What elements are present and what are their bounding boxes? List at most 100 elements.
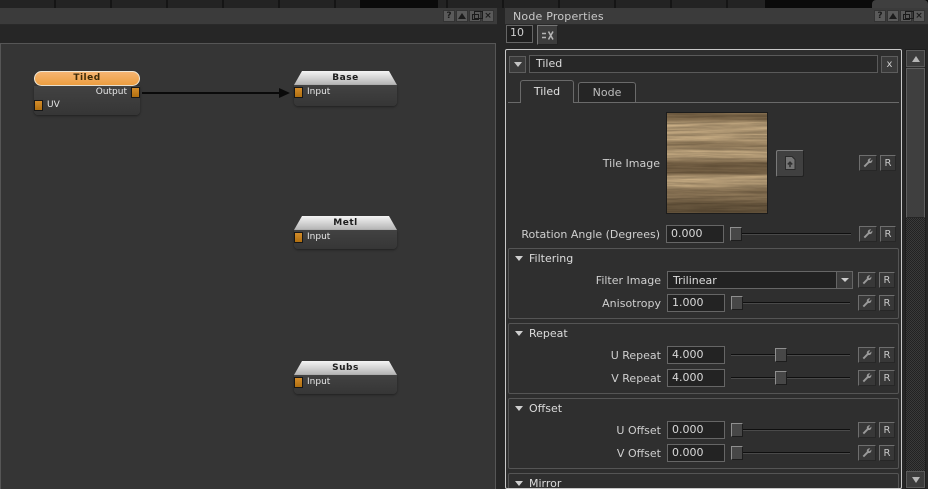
filter-image-dropdown[interactable]: Trilinear — [667, 271, 853, 289]
node-header[interactable]: Tiled — [34, 71, 140, 86]
v-offset-slider[interactable] — [731, 446, 850, 460]
reset-button[interactable]: R — [879, 445, 895, 461]
slider-handle[interactable] — [731, 296, 743, 310]
slider-handle[interactable] — [775, 371, 787, 385]
collapse-properties-button[interactable] — [509, 56, 526, 73]
node-header[interactable]: Subs — [294, 361, 397, 375]
slider-handle[interactable] — [730, 227, 742, 241]
edit-metadata-button[interactable] — [858, 347, 876, 363]
properties-scrollbar[interactable] — [905, 49, 926, 489]
output-port[interactable] — [131, 87, 140, 98]
top-strip-tab — [872, 0, 928, 8]
wrench-icon — [861, 274, 873, 286]
import-image-button[interactable] — [776, 150, 804, 177]
u-repeat-slider[interactable] — [731, 348, 850, 362]
slider-track — [731, 429, 850, 431]
section-mirror-header[interactable]: Mirror — [509, 475, 898, 489]
properties-tabs: Tiled Node — [508, 77, 899, 103]
connection-wire[interactable] — [142, 92, 281, 94]
tile-image-thumbnail[interactable] — [666, 112, 768, 214]
section-offset-header[interactable]: Offset — [509, 400, 898, 417]
reset-button[interactable]: R — [879, 347, 895, 363]
wrench-icon — [862, 228, 874, 240]
uv-port[interactable] — [34, 100, 43, 111]
tab-node[interactable]: Node — [578, 82, 636, 102]
collapse-button[interactable] — [456, 10, 468, 22]
restore-button[interactable] — [900, 10, 912, 22]
edit-metadata-button[interactable] — [858, 295, 876, 311]
edit-metadata-button[interactable] — [859, 226, 877, 242]
v-repeat-slider[interactable] — [731, 371, 850, 385]
reset-button[interactable]: R — [879, 422, 895, 438]
section-repeat-header[interactable]: Repeat — [509, 325, 898, 342]
arrow-up-icon — [912, 56, 920, 62]
node-graph-canvas[interactable]: Tiled Output UV Base Input Metl Input — [0, 43, 496, 489]
node-base[interactable]: Base Input — [294, 71, 397, 106]
wrench-icon — [861, 349, 873, 361]
reset-button[interactable]: R — [880, 155, 896, 171]
edit-metadata-button[interactable] — [858, 370, 876, 386]
scroll-up-button[interactable] — [906, 50, 925, 67]
v-repeat-row: V Repeat 4.000 R — [509, 368, 898, 388]
reset-button[interactable]: R — [880, 226, 896, 242]
u-offset-slider[interactable] — [731, 423, 850, 437]
collapse-button[interactable] — [887, 10, 899, 22]
reset-button[interactable]: R — [879, 272, 895, 288]
input-port[interactable] — [294, 377, 303, 388]
help-button[interactable]: ? — [874, 10, 886, 22]
tile-image-label: Tile Image — [508, 157, 666, 170]
v-offset-input[interactable]: 0.000 — [667, 444, 725, 462]
help-button[interactable]: ? — [443, 10, 455, 22]
unpin-node-button[interactable]: x — [881, 56, 898, 73]
input-port[interactable] — [294, 232, 303, 243]
edit-metadata-button[interactable] — [858, 272, 876, 288]
restore-button[interactable] — [469, 10, 481, 22]
edit-metadata-button[interactable] — [858, 445, 876, 461]
node-metl[interactable]: Metl Input — [294, 216, 397, 249]
input-port[interactable] — [294, 87, 303, 98]
slider-handle[interactable] — [775, 348, 787, 362]
scrollbar-track[interactable] — [906, 218, 925, 472]
slider-track — [731, 354, 850, 356]
reset-button[interactable]: R — [879, 370, 895, 386]
node-header[interactable]: Base — [294, 71, 397, 85]
node-tiled[interactable]: Tiled Output UV — [34, 71, 140, 115]
section-mirror: Mirror Mirror U R — [508, 473, 899, 489]
slider-handle[interactable] — [731, 446, 743, 460]
rotation-angle-input[interactable]: 0.000 — [666, 225, 724, 243]
pinned-count-input[interactable]: 10 — [506, 25, 533, 43]
scrollbar-thumb[interactable] — [906, 68, 925, 218]
node-header[interactable]: Metl — [294, 216, 397, 230]
node-name-field[interactable]: Tiled — [529, 55, 878, 73]
chevron-down-icon — [514, 62, 522, 67]
anisotropy-input[interactable]: 1.000 — [667, 294, 725, 312]
v-repeat-input[interactable]: 4.000 — [667, 369, 725, 387]
reset-button[interactable]: R — [879, 295, 895, 311]
section-filtering-header[interactable]: Filtering — [509, 250, 898, 267]
u-offset-input[interactable]: 0.000 — [667, 421, 725, 439]
tile-image-row: Tile Image — [508, 111, 899, 215]
filter-image-row: Filter Image Trilinear R — [509, 270, 898, 290]
tab-tiled[interactable]: Tiled — [520, 80, 574, 103]
connection-arrowhead — [279, 88, 290, 98]
slider-track — [731, 302, 850, 304]
dropdown-arrow-button[interactable] — [836, 272, 852, 288]
wrench-icon — [862, 157, 874, 169]
v-offset-label: V Offset — [509, 447, 667, 460]
rotation-angle-slider[interactable] — [730, 227, 851, 241]
collapse-triangle-icon — [515, 406, 523, 411]
close-icon: × — [915, 12, 923, 21]
restore-icon — [903, 14, 910, 20]
anisotropy-slider[interactable] — [731, 296, 850, 310]
close-button[interactable]: × — [482, 10, 494, 22]
remove-all-button[interactable] — [537, 25, 558, 45]
edit-metadata-button[interactable] — [859, 155, 877, 171]
anisotropy-label: Anisotropy — [509, 297, 667, 310]
edit-metadata-button[interactable] — [858, 422, 876, 438]
node-subs[interactable]: Subs Input — [294, 361, 397, 394]
close-button[interactable]: × — [913, 10, 925, 22]
u-offset-row: U Offset 0.000 R — [509, 420, 898, 440]
u-repeat-input[interactable]: 4.000 — [667, 346, 725, 364]
scroll-down-button[interactable] — [906, 471, 925, 488]
slider-handle[interactable] — [731, 423, 743, 437]
